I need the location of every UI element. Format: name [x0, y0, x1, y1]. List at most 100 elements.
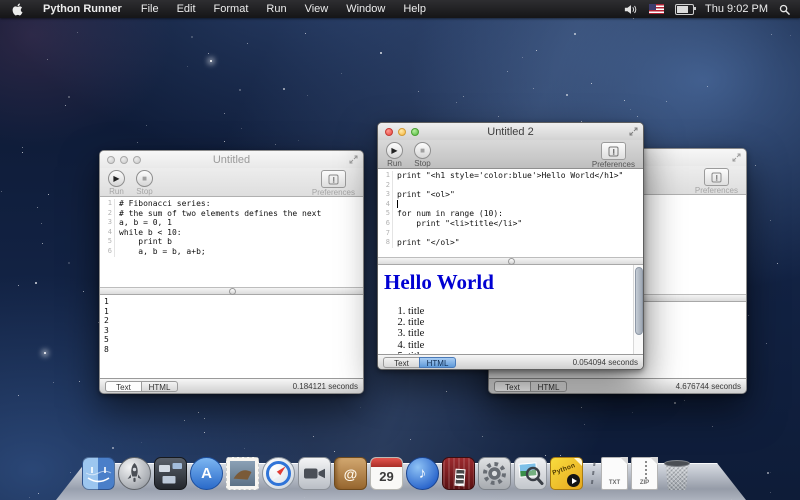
output-line: 8: [104, 345, 359, 355]
html-mode-button[interactable]: HTML: [141, 381, 178, 392]
window-untitled-2: Untitled 2 ▶ Run ■ Stop Preferences: [377, 122, 644, 370]
output-pane: Hello World title title title title titl…: [378, 265, 643, 354]
dock-mission-control[interactable]: [154, 457, 187, 490]
input-source-flag-icon[interactable]: [649, 4, 664, 14]
fullscreen-icon[interactable]: [629, 127, 638, 136]
menu-clock[interactable]: Thu 9:02 PM: [705, 3, 768, 15]
menu-view[interactable]: View: [296, 3, 338, 15]
zoom-button[interactable]: [133, 156, 141, 164]
menu-file[interactable]: File: [132, 3, 168, 15]
volume-icon[interactable]: [624, 4, 638, 15]
preferences-button[interactable]: Preferences: [695, 168, 738, 195]
stop-button[interactable]: ■ Stop: [136, 170, 153, 196]
dock-app-store[interactable]: A: [190, 457, 223, 490]
dock: A: [0, 440, 800, 500]
app-menu[interactable]: Python Runner: [33, 3, 132, 15]
code-line: a, b = 0, 1: [115, 218, 172, 228]
spotlight-icon[interactable]: [779, 4, 790, 15]
titlebar[interactable]: Untitled: [100, 151, 363, 168]
code-line: print "<h1 style='color:blue'>Hello Worl…: [393, 171, 623, 181]
html-mode-button[interactable]: HTML: [419, 357, 456, 368]
status-bar: Text HTML 4.676744 seconds: [489, 378, 746, 393]
battery-icon[interactable]: [675, 4, 694, 15]
dock-finder[interactable]: [82, 457, 115, 490]
run-button[interactable]: ▶ Run: [386, 142, 403, 168]
dock-mail[interactable]: [226, 457, 259, 490]
dock-python-runner[interactable]: Python: [550, 457, 583, 490]
code-line: while b < 10:: [115, 228, 182, 238]
code-editor[interactable]: 1# Fibonacci series: 2# the sum of two e…: [100, 197, 363, 287]
preferences-icon: [608, 146, 619, 157]
menu-window[interactable]: Window: [337, 3, 394, 15]
list-item: title: [408, 351, 643, 354]
dock-txt-document[interactable]: TXT: [601, 457, 628, 490]
traffic-lights: [100, 156, 141, 164]
close-button[interactable]: [107, 156, 115, 164]
preferences-button[interactable]: Preferences: [592, 142, 635, 169]
calendar-day: 29: [371, 467, 402, 487]
stop-button[interactable]: ■ Stop: [414, 142, 431, 168]
apple-icon: [12, 3, 23, 16]
dock-launchpad[interactable]: [118, 457, 151, 490]
text-mode-button[interactable]: Text: [494, 381, 531, 392]
text-cursor: [393, 200, 398, 210]
calendar-icon: 29: [370, 457, 403, 490]
scrollbar[interactable]: [633, 265, 643, 354]
splitter-grip-icon[interactable]: [508, 258, 515, 265]
pane-splitter[interactable]: [100, 287, 363, 295]
output-line: 2: [104, 316, 359, 326]
text-mode-button[interactable]: Text: [383, 357, 420, 368]
app-store-icon: A: [190, 457, 223, 490]
bright-star: [210, 60, 212, 62]
desktop: Untitled ▶ Run ■ Stop Preferences: [0, 0, 800, 500]
trash-rim: [664, 460, 690, 467]
dock-divider: [586, 460, 598, 490]
fullscreen-icon[interactable]: [349, 155, 358, 164]
minimize-button[interactable]: [398, 128, 406, 136]
zoom-button[interactable]: [411, 128, 419, 136]
close-button[interactable]: [385, 128, 393, 136]
magnifier-icon: [514, 457, 547, 490]
status-bar: Text HTML 0.184121 seconds: [100, 378, 363, 393]
preferences-button[interactable]: Preferences: [312, 170, 355, 197]
output-line: 1: [104, 297, 359, 307]
dock-address-book[interactable]: @: [334, 457, 367, 490]
fullscreen-icon[interactable]: [732, 153, 741, 162]
traffic-lights: [378, 128, 419, 136]
titlebar[interactable]: Untitled 2: [378, 123, 643, 140]
output-line: 5: [104, 335, 359, 345]
code-line: # Fibonacci series:: [115, 199, 211, 209]
html-mode-button[interactable]: HTML: [530, 381, 567, 392]
text-mode-button[interactable]: Text: [105, 381, 142, 392]
dock-zip-archive[interactable]: ZIP: [631, 457, 658, 490]
dock-safari[interactable]: [262, 457, 295, 490]
dock-itunes[interactable]: ♪: [406, 457, 439, 490]
output-pane: 1 1 2 3 5 8: [100, 295, 363, 378]
run-button[interactable]: ▶ Run: [108, 170, 125, 196]
dock-ical[interactable]: 29: [370, 457, 403, 490]
rocket-icon: [118, 457, 151, 490]
zipper-icon: [645, 461, 647, 479]
splitter-grip-icon[interactable]: [229, 288, 236, 295]
pane-splitter[interactable]: [378, 257, 643, 265]
output-mode-switch: Text HTML: [105, 381, 178, 392]
menu-run[interactable]: Run: [257, 3, 295, 15]
code-line: print "<ol>": [393, 190, 455, 200]
code-line: for num in range (10):: [393, 209, 503, 219]
menu-format[interactable]: Format: [205, 3, 258, 15]
output-mode-switch: Text HTML: [383, 357, 456, 368]
apple-menu[interactable]: [0, 3, 33, 16]
dock-trash[interactable]: [661, 459, 693, 490]
minimize-button[interactable]: [120, 156, 128, 164]
menu-edit[interactable]: Edit: [168, 3, 205, 15]
code-line: [393, 181, 397, 191]
code-editor[interactable]: 1print "<h1 style='color:blue'>Hello Wor…: [378, 169, 643, 257]
code-line: # the sum of two elements defines the ne…: [115, 209, 321, 219]
dock-photo-booth[interactable]: [442, 457, 475, 490]
dock-facetime[interactable]: [298, 457, 331, 490]
dock-preview[interactable]: [514, 457, 547, 490]
video-camera-icon: [298, 457, 331, 490]
scrollbar-thumb[interactable]: [635, 267, 643, 335]
menu-help[interactable]: Help: [394, 3, 435, 15]
dock-system-preferences[interactable]: [478, 457, 511, 490]
